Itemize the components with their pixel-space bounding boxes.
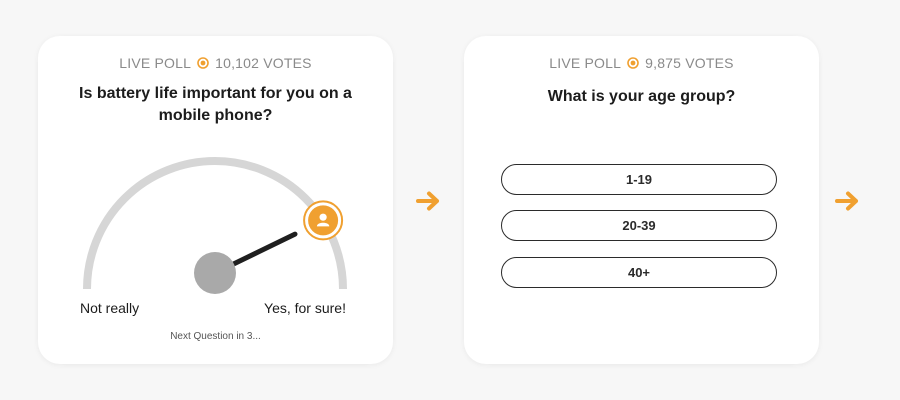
gauge-knob — [194, 252, 236, 294]
poll-question: What is your age group? — [547, 88, 736, 105]
arrow-right-icon — [416, 191, 439, 211]
gauge-handle — [303, 200, 344, 241]
live-dot-icon — [627, 57, 639, 69]
live-poll-label: LIVE POLL — [549, 55, 622, 71]
scale-min-label: Not really — [80, 300, 140, 316]
vote-count: 9,875 VOTES — [645, 55, 734, 71]
poll-meta: LIVE POLL 9,875 VOTES — [464, 55, 819, 71]
arrow-right-icon — [835, 191, 858, 211]
option-button-20-39[interactable]: 20-39 — [501, 210, 777, 241]
poll-card-age: LIVE POLL 9,875 VOTES What is your age g… — [464, 36, 819, 364]
poll-card-battery: LIVE POLL 10,102 VOTES Is battery life i… — [38, 36, 393, 364]
option-button-1-19[interactable]: 1-19 — [501, 164, 777, 195]
next-question-countdown: Next Question in 3... — [170, 331, 261, 342]
scale-max-label: Yes, for sure! — [264, 300, 346, 316]
option-button-40-plus[interactable]: 40+ — [501, 257, 777, 288]
